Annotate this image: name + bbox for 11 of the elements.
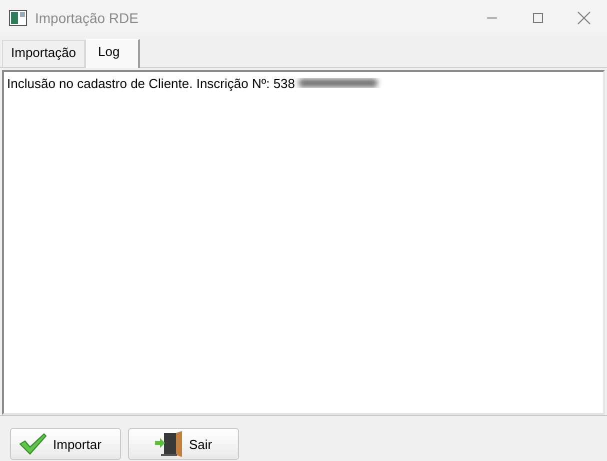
door-icon (153, 431, 183, 457)
exit-button[interactable]: Sair (128, 428, 239, 460)
tab[interactable]: Log (85, 39, 140, 68)
tab[interactable]: Importação (2, 40, 86, 67)
log-line: Inclusão no cadastro de Cliente. Inscrição Nº: 538 (7, 76, 296, 90)
maximize-icon[interactable] (532, 12, 544, 24)
window-title: Importação RDE (35, 10, 138, 26)
close-icon[interactable] (577, 10, 591, 24)
checkmark-icon (19, 433, 47, 455)
app-icon (9, 10, 27, 26)
import-button[interactable]: Importar (10, 428, 121, 460)
